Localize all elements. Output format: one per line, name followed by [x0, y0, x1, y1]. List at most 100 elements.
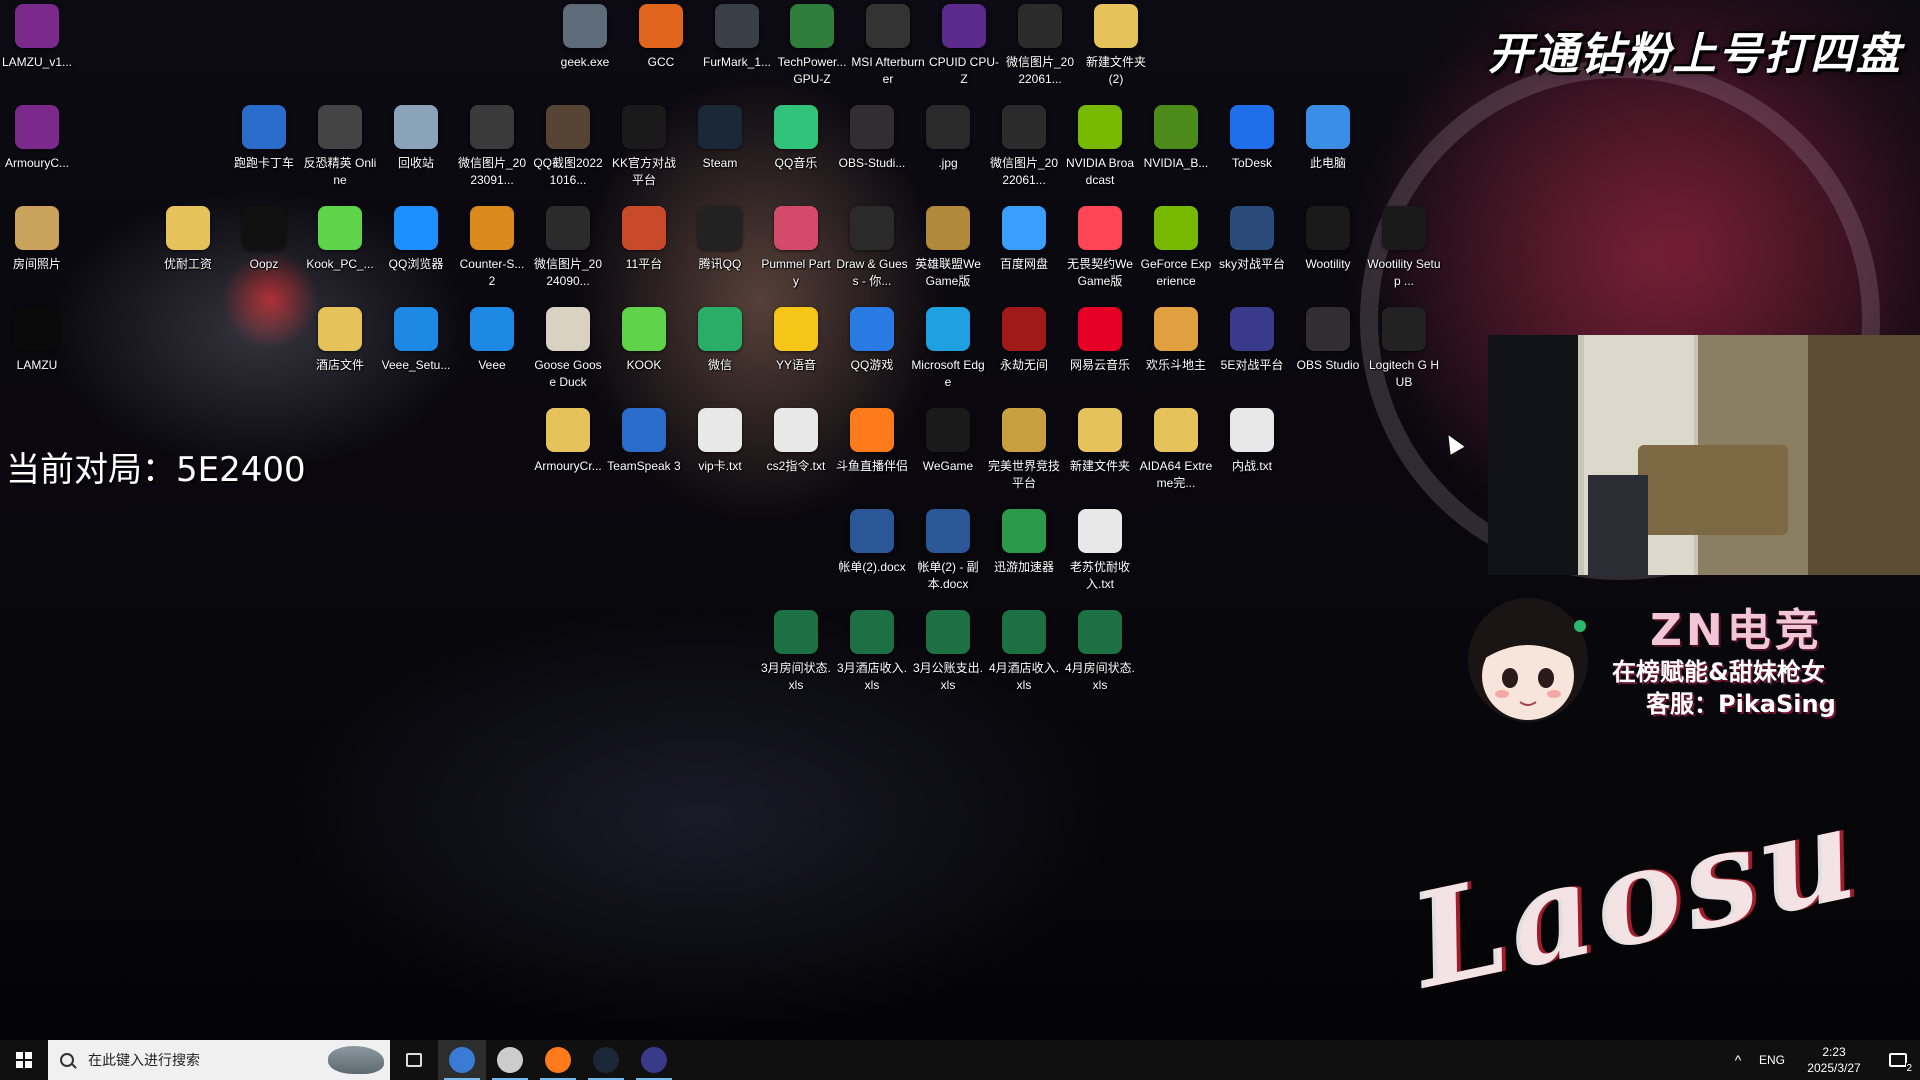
desktop-icon[interactable]: 5E对战平台	[1215, 303, 1289, 374]
desktop-icon[interactable]: 3月房间状态.xls	[759, 606, 833, 694]
desktop-icon[interactable]: 3月公账支出.xls	[911, 606, 985, 694]
desktop-icon-label: QQ游戏	[850, 358, 894, 372]
desktop-icon[interactable]: NVIDIA Broadcast	[1063, 101, 1137, 189]
desktop-icon[interactable]: Microsoft Edge	[911, 303, 985, 391]
desktop-icon[interactable]: Draw & Guess - 你...	[835, 202, 909, 290]
desktop-icon[interactable]: 百度网盘	[987, 202, 1061, 273]
desktop-icon[interactable]: ToDesk	[1215, 101, 1289, 172]
desktop-icon[interactable]: OBS Studio	[1291, 303, 1365, 374]
desktop-icon[interactable]: Counter-S... 2	[455, 202, 529, 290]
action-center-button[interactable]: 2	[1876, 1040, 1920, 1080]
desktop-icon[interactable]: 回收站	[379, 101, 453, 172]
desktop-icon[interactable]: 英雄联盟WeGame版	[911, 202, 985, 290]
desktop-icon[interactable]: cs2指令.txt	[759, 404, 833, 475]
desktop-icon-label: Kook_PC_...	[306, 257, 374, 271]
desktop-icon[interactable]: Goose Goose Duck	[531, 303, 605, 391]
desktop-icon[interactable]: 微信图片_2022061...	[1003, 0, 1077, 88]
desktop-icon[interactable]: 内战.txt	[1215, 404, 1289, 475]
desktop-icon[interactable]: KOOK	[607, 303, 681, 374]
cortana-icon	[449, 1047, 475, 1073]
zip-folder-icon	[1154, 408, 1198, 452]
desktop-icon[interactable]: AIDA64 Extreme完...	[1139, 404, 1213, 492]
desktop-icon[interactable]: LAMZU	[0, 303, 74, 374]
desktop-icon[interactable]: .jpg	[911, 101, 985, 172]
desktop-icon[interactable]: Steam	[683, 101, 757, 172]
desktop-icon[interactable]: geek.exe	[548, 0, 622, 71]
desktop-icon[interactable]: 酒店文件	[303, 303, 377, 374]
desktop-icon[interactable]: MSI Afterburner	[851, 0, 925, 88]
desktop-icon[interactable]: GCC	[624, 0, 698, 71]
desktop-icon[interactable]: 11平台	[607, 202, 681, 273]
desktop-icon[interactable]: 此电脑	[1291, 101, 1365, 172]
taskbar-search-box[interactable]: 在此键入进行搜索	[48, 1040, 390, 1080]
sky-icon	[1230, 206, 1274, 250]
desktop-icon[interactable]: ArmouryCr...	[531, 404, 605, 475]
desktop-icon[interactable]: 斗鱼直播伴侣	[835, 404, 909, 475]
taskbar-pinned-apps	[438, 1040, 678, 1080]
desktop-icon[interactable]: ArmouryC...	[0, 101, 74, 172]
desktop-icon[interactable]: 帐单(2).docx	[835, 505, 909, 576]
desktop-icon[interactable]: 迅游加速器	[987, 505, 1061, 576]
desktop-icon[interactable]: QQ音乐	[759, 101, 833, 172]
desktop-icon[interactable]: 腾讯QQ	[683, 202, 757, 273]
taskbar-app-button[interactable]	[486, 1040, 534, 1080]
desktop-icon[interactable]: Logitech G HUB	[1367, 303, 1441, 391]
desktop-icon[interactable]: Veee_Setu...	[379, 303, 453, 374]
desktop-icon[interactable]: Oopz	[227, 202, 301, 273]
desktop-icon[interactable]: QQ截图20221016...	[531, 101, 605, 189]
desktop-icon[interactable]: 完美世界竞技平台	[987, 404, 1061, 492]
desktop-icon[interactable]: 3月酒店收入.xls	[835, 606, 909, 694]
desktop-icon[interactable]: FurMark_1...	[700, 0, 774, 71]
desktop-icon[interactable]: Pummel Party	[759, 202, 833, 290]
desktop-icon[interactable]: 无畏契约WeGame版	[1063, 202, 1137, 290]
excel-icon	[774, 610, 818, 654]
desktop-icon[interactable]: TechPower... GPU-Z	[775, 0, 849, 88]
desktop-icon[interactable]: 新建文件夹	[1063, 404, 1137, 475]
desktop-icon[interactable]: 房间照片	[0, 202, 74, 273]
clock[interactable]: 2:23 2025/3/27	[1792, 1044, 1876, 1076]
desktop-icon[interactable]: 跑跑卡丁车	[227, 101, 301, 172]
desktop-icon[interactable]: 永劫无间	[987, 303, 1061, 374]
desktop-icon[interactable]: 微信图片_2024090...	[531, 202, 605, 290]
desktop-icon[interactable]: Wootility	[1291, 202, 1365, 273]
taskbar-app-button[interactable]	[582, 1040, 630, 1080]
desktop-icon[interactable]: LAMZU_v1...	[0, 0, 74, 71]
taskbar-app-button[interactable]	[534, 1040, 582, 1080]
desktop-icon[interactable]: 老苏优耐收入.txt	[1063, 505, 1137, 593]
desktop-icon[interactable]: YY语音	[759, 303, 833, 374]
desktop-icon[interactable]: Veee	[455, 303, 529, 374]
show-hidden-icons-chevron-icon[interactable]: ^	[1724, 1052, 1752, 1068]
desktop-icon[interactable]: sky对战平台	[1215, 202, 1289, 273]
desktop-icon[interactable]: NVIDIA_B...	[1139, 101, 1213, 172]
desktop-icon[interactable]: 新建文件夹 (2)	[1079, 0, 1153, 88]
desktop-icon[interactable]: 网易云音乐	[1063, 303, 1137, 374]
input-language[interactable]: ENG	[1752, 1053, 1792, 1067]
desktop-icon[interactable]: 帐单(2) - 副本.docx	[911, 505, 985, 593]
taskbar-app-button[interactable]	[438, 1040, 486, 1080]
start-button[interactable]	[0, 1040, 48, 1080]
desktop-icon[interactable]: KK官方对战平台	[607, 101, 681, 189]
desktop-icon[interactable]: 微信图片_2022061...	[987, 101, 1061, 189]
desktop-icon[interactable]: TeamSpeak 3	[607, 404, 681, 475]
desktop-icon[interactable]: vip卡.txt	[683, 404, 757, 475]
desktop-icon[interactable]: Wootility Setup ...	[1367, 202, 1441, 290]
desktop-icon[interactable]: 4月房间状态.xls	[1063, 606, 1137, 694]
desktop-icon[interactable]: 欢乐斗地主	[1139, 303, 1213, 374]
desktop-icon[interactable]: 反恐精英 Online	[303, 101, 377, 189]
desktop-icon[interactable]: QQ游戏	[835, 303, 909, 374]
desktop-icon[interactable]: Kook_PC_...	[303, 202, 377, 273]
desktop-icon[interactable]: 优耐工资	[151, 202, 225, 273]
task-view-button[interactable]	[390, 1040, 438, 1080]
taskbar-app-button[interactable]	[630, 1040, 678, 1080]
desktop-icon-label: ArmouryC...	[4, 156, 69, 170]
desktop-icon[interactable]: GeForce Experience	[1139, 202, 1213, 290]
search-icon	[60, 1053, 74, 1067]
desktop-icon[interactable]: 微信图片_2023091...	[455, 101, 529, 189]
desktop-icon[interactable]: OBS-Studi...	[835, 101, 909, 172]
desktop-icon[interactable]: WeGame	[911, 404, 985, 475]
desktop-icon[interactable]: 微信	[683, 303, 757, 374]
desktop-icon[interactable]: CPUID CPU-Z	[927, 0, 1001, 88]
desktop-icon[interactable]: QQ浏览器	[379, 202, 453, 273]
desktop-icon[interactable]: 4月酒店收入.xls	[987, 606, 1061, 694]
todesk-icon	[1230, 105, 1274, 149]
